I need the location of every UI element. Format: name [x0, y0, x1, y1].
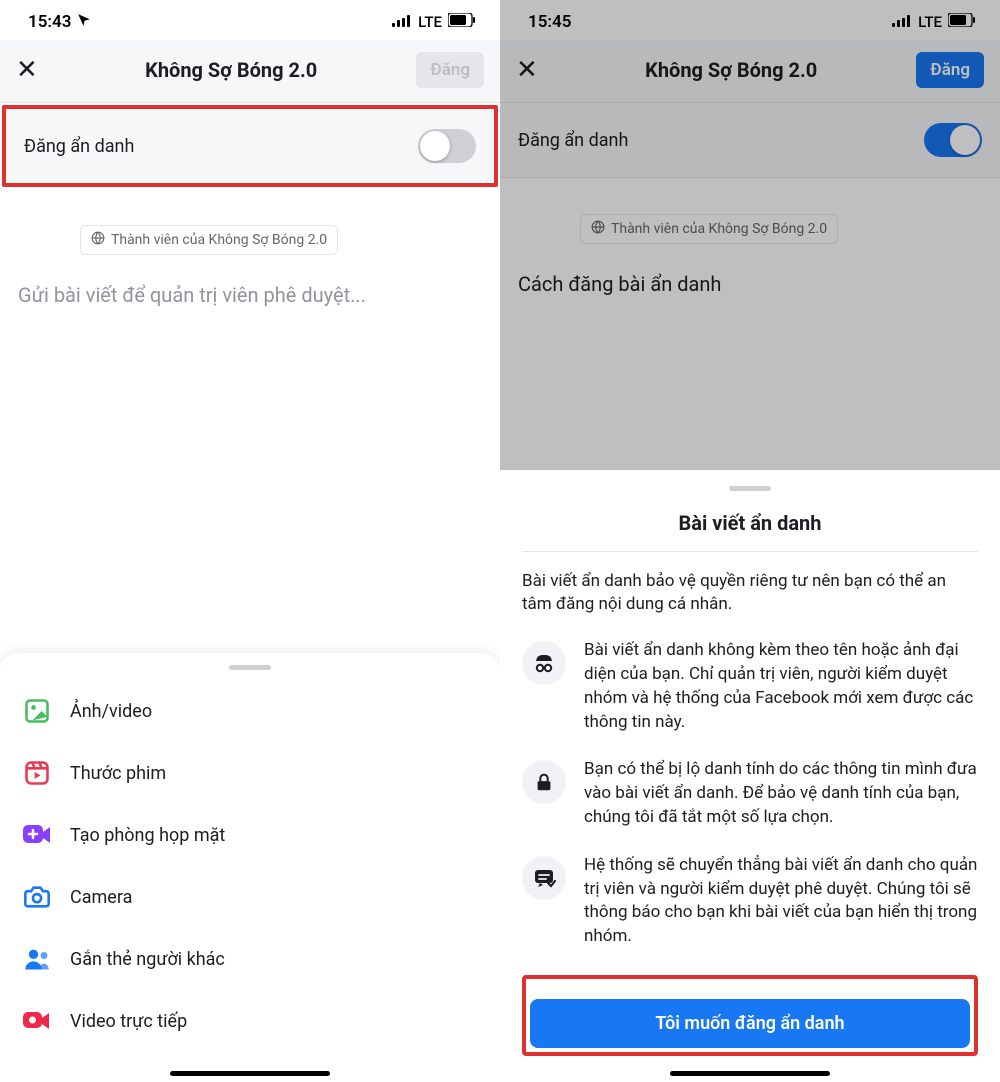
incognito-icon: [522, 641, 566, 685]
sheet-item-create-room[interactable]: Tạo phòng họp mặt: [0, 804, 500, 866]
anonymous-label: Đăng ẩn danh: [518, 130, 628, 151]
member-chip[interactable]: Thành viên của Không Sợ Bóng 2.0: [580, 214, 838, 244]
sheet-item-label: Camera: [70, 887, 132, 908]
screen-left: 15:43 LTE ✕ Không Sợ Bóng 2.0 Đăng Đăng …: [0, 0, 500, 1082]
sheet-handle[interactable]: [729, 486, 771, 491]
photo-icon: [22, 696, 52, 726]
modal-row-text: Bạn có thể bị lộ danh tính do các thông …: [584, 758, 978, 829]
reels-icon: [22, 758, 52, 788]
battery-icon: [948, 13, 976, 31]
attachment-sheet: Ảnh/video Thước phim Tạo phòng họp mặt C…: [0, 653, 500, 1082]
sheet-item-label: Ảnh/video: [70, 701, 152, 722]
header-title: Không Sợ Bóng 2.0: [546, 58, 916, 82]
status-bar: 15:45 LTE: [500, 0, 1000, 40]
sheet-item-label: Tạo phòng họp mặt: [70, 825, 225, 846]
anonymous-label: Đăng ẩn danh: [24, 136, 134, 157]
anonymous-toggle[interactable]: [418, 129, 476, 163]
sheet-item-tag-people[interactable]: Gắn thẻ người khác: [0, 928, 500, 990]
close-button[interactable]: ✕: [516, 55, 546, 85]
modal-title: Bài viết ẩn danh: [522, 501, 978, 552]
sheet-item-live-video[interactable]: Video trực tiếp: [0, 990, 500, 1052]
modal-row-text: Hệ thống sẽ chuyển thẳng bài viết ẩn dan…: [584, 854, 978, 949]
status-bar: 15:43 LTE: [0, 0, 500, 40]
sheet-handle[interactable]: [229, 665, 271, 670]
battery-icon: [448, 13, 476, 31]
compose-header: ✕ Không Sợ Bóng 2.0 Đăng: [0, 40, 500, 103]
room-icon: [22, 820, 52, 850]
signal-icon: [892, 13, 912, 31]
sheet-item-camera[interactable]: Camera: [0, 866, 500, 928]
status-time: 15:43: [28, 12, 71, 32]
composer-placeholder[interactable]: Gửi bài viết để quản trị viên phê duyệt.…: [0, 255, 500, 307]
modal-row-incognito: Bài viết ẩn danh không kèm theo tên hoặc…: [522, 627, 978, 746]
live-video-icon: [22, 1006, 52, 1036]
network-label: LTE: [918, 13, 942, 31]
member-chip-label: Thành viên của Không Sợ Bóng 2.0: [611, 221, 827, 237]
signal-icon: [392, 13, 412, 31]
member-chip-label: Thành viên của Không Sợ Bóng 2.0: [111, 232, 327, 248]
status-time: 15:45: [528, 12, 571, 32]
sheet-item-label: Video trực tiếp: [70, 1011, 187, 1032]
compose-header: ✕ Không Sợ Bóng 2.0 Đăng: [500, 40, 1000, 103]
globe-icon: [591, 220, 605, 238]
home-indicator[interactable]: [670, 1071, 830, 1076]
modal-row-text: Bài viết ẩn danh không kèm theo tên hoặc…: [584, 639, 978, 734]
modal-intro: Bài viết ẩn danh bảo vệ quyền riêng tư n…: [522, 552, 978, 628]
sheet-item-reels[interactable]: Thước phim: [0, 742, 500, 804]
composer-text[interactable]: Cách đăng bài ẩn danh: [500, 244, 1000, 296]
post-button[interactable]: Đăng: [416, 52, 484, 88]
member-chip[interactable]: Thành viên của Không Sợ Bóng 2.0: [80, 225, 338, 255]
sheet-item-label: Gắn thẻ người khác: [70, 949, 225, 970]
close-button[interactable]: ✕: [16, 55, 46, 85]
anonymous-toggle[interactable]: [924, 123, 982, 157]
anonymous-toggle-row[interactable]: Đăng ẩn danh: [500, 103, 1000, 178]
modal-row-lock: Bạn có thể bị lộ danh tính do các thông …: [522, 746, 978, 841]
modal-row-moderation: Hệ thống sẽ chuyển thẳng bài viết ẩn dan…: [522, 842, 978, 961]
screen-right: 15:45 LTE ✕ Không Sợ Bóng 2.0 Đăng Đăng …: [500, 0, 1000, 1082]
confirm-anonymous-button[interactable]: Tôi muốn đăng ẩn danh: [530, 999, 970, 1048]
anonymous-toggle-row[interactable]: Đăng ẩn danh: [2, 105, 498, 187]
globe-icon: [91, 231, 105, 249]
lock-icon: [522, 760, 566, 804]
moderation-icon: [522, 856, 566, 900]
header-title: Không Sợ Bóng 2.0: [46, 58, 416, 82]
sheet-item-label: Thước phim: [70, 763, 166, 784]
sheet-item-photo-video[interactable]: Ảnh/video: [0, 680, 500, 742]
location-icon: [77, 12, 91, 32]
tag-people-icon: [22, 944, 52, 974]
camera-icon: [22, 882, 52, 912]
anonymous-info-sheet: Bài viết ẩn danh Bài viết ẩn danh bảo vệ…: [500, 474, 1000, 1082]
home-indicator[interactable]: [170, 1071, 330, 1076]
network-label: LTE: [418, 13, 442, 31]
post-button[interactable]: Đăng: [916, 52, 984, 88]
cta-highlight: Tôi muốn đăng ẩn danh: [522, 975, 978, 1056]
